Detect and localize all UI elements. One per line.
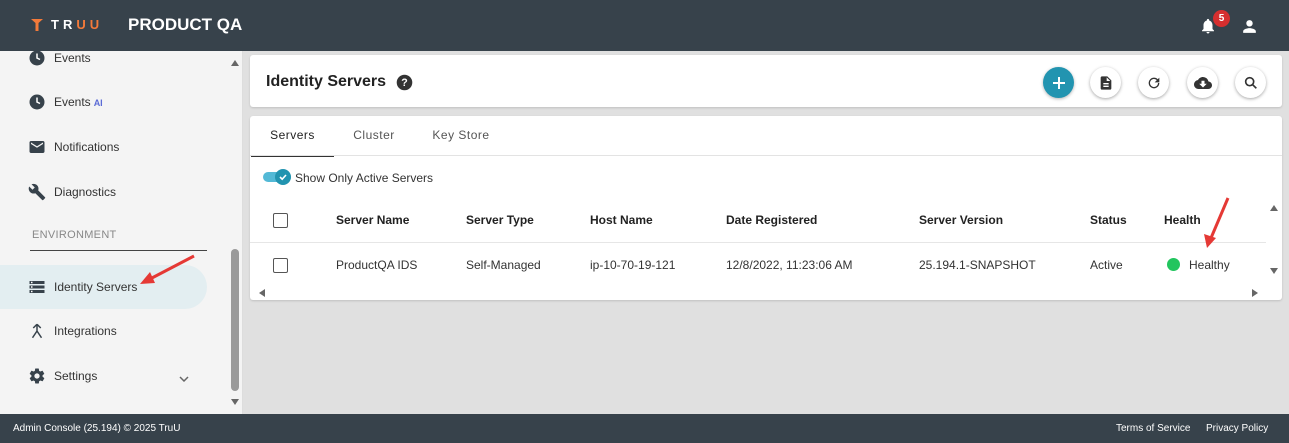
search-icon — [1244, 76, 1257, 89]
health-status-dot — [1167, 258, 1180, 271]
terms-of-service-link[interactable]: Terms of Service — [1116, 423, 1190, 434]
servers-panel: Servers Cluster Key Store Show Only Acti… — [250, 116, 1282, 300]
wrench-icon — [28, 183, 46, 201]
tab-key-store[interactable]: Key Store — [416, 116, 506, 155]
cell-status: Active — [1090, 258, 1123, 272]
tab-servers[interactable]: Servers — [251, 116, 334, 157]
ai-tag: AI — [93, 98, 103, 108]
sidebar-item-label: Events — [54, 51, 91, 65]
sidebar-item-events[interactable]: Events — [0, 51, 207, 80]
sidebar-item-events-ai[interactable]: Events AI — [0, 80, 207, 124]
document-button[interactable] — [1090, 67, 1121, 98]
sidebar: Events Events AI Notifications Diagnostic… — [0, 51, 243, 414]
gear-icon — [29, 368, 45, 384]
server-list-icon — [29, 281, 45, 293]
truu-logo-icon — [31, 18, 43, 31]
cell-server-type: Self-Managed — [466, 258, 541, 272]
sidebar-item-label: Integrations — [54, 324, 117, 338]
column-header-server-version[interactable]: Server Version — [919, 213, 1003, 227]
sidebar-item-label: Diagnostics — [54, 185, 117, 199]
sidebar-item-label: Notifications — [54, 140, 120, 154]
sidebar-item-label: Identity Servers — [54, 280, 138, 294]
toggle-knob — [275, 169, 291, 185]
active-servers-label: Show Only Active Servers — [295, 171, 434, 185]
notification-badge: 5 — [1213, 10, 1230, 27]
section-divider — [30, 250, 207, 251]
truu-logo[interactable]: TRUU — [30, 17, 103, 32]
table-scroll-right-icon[interactable] — [1251, 288, 1259, 298]
column-header-host-name[interactable]: Host Name — [590, 213, 653, 227]
copyright-text: Admin Console (25.194) © 2025 TruU — [13, 423, 181, 434]
download-button[interactable] — [1187, 67, 1218, 98]
logo-text: TRUU — [51, 17, 104, 32]
cell-host-name: ip-10-70-19-121 — [590, 258, 676, 272]
column-header-status[interactable]: Status — [1090, 213, 1127, 227]
cell-health: Healthy — [1189, 258, 1230, 272]
add-server-button[interactable] — [1043, 67, 1074, 98]
check-icon — [279, 174, 287, 181]
cell-server-name: ProductQA IDS — [336, 258, 418, 272]
column-header-server-type[interactable]: Server Type — [466, 213, 534, 227]
column-header-health[interactable]: Health — [1164, 213, 1201, 227]
sidebar-item-integrations[interactable]: Integrations — [0, 309, 207, 353]
help-icon[interactable]: ? — [396, 74, 413, 91]
table-scroll-down-icon[interactable] — [1269, 267, 1279, 275]
app-title: PRODUCT QA — [128, 15, 243, 34]
page-title: Identity Servers — [266, 73, 387, 90]
merge-icon — [31, 323, 43, 339]
table-scroll-up-icon[interactable] — [1269, 204, 1279, 212]
row-divider — [250, 242, 1266, 243]
sidebar-item-settings[interactable]: Settings — [0, 354, 207, 398]
sidebar-item-identity-servers[interactable]: Identity Servers — [0, 265, 207, 309]
refresh-icon — [1148, 77, 1159, 88]
select-all-checkbox[interactable] — [273, 213, 288, 228]
scroll-up-arrow-icon[interactable] — [230, 59, 240, 67]
cloud-download-icon — [1193, 76, 1212, 89]
sidebar-item-label: Settings — [54, 369, 98, 383]
tab-divider — [250, 155, 1282, 156]
clock-icon — [29, 51, 45, 66]
page-header: Identity Servers ? — [250, 55, 1282, 107]
mail-icon — [29, 141, 45, 153]
active-servers-toggle[interactable] — [263, 169, 291, 185]
top-bar: TRUU PRODUCT QA 5 — [0, 0, 1289, 51]
user-icon[interactable] — [1240, 17, 1259, 36]
cell-date-registered: 12/8/2022, 11:23:06 AM — [726, 258, 853, 272]
column-header-server-name[interactable]: Server Name — [336, 213, 409, 227]
section-label-environment: ENVIRONMENT — [32, 229, 117, 241]
sidebar-item-notifications[interactable]: Notifications — [0, 125, 207, 169]
plus-icon — [1052, 76, 1065, 89]
refresh-button[interactable] — [1138, 67, 1169, 98]
row-checkbox[interactable] — [273, 258, 288, 273]
tab-cluster[interactable]: Cluster — [336, 116, 412, 155]
svg-text:?: ? — [401, 77, 407, 89]
sidebar-scrollbar-thumb[interactable] — [231, 249, 239, 391]
privacy-policy-link[interactable]: Privacy Policy — [1206, 423, 1268, 434]
cell-server-version: 25.194.1-SNAPSHOT — [919, 258, 1036, 272]
sidebar-item-label: Events — [54, 95, 91, 109]
footer: Admin Console (25.194) © 2025 TruU Terms… — [0, 414, 1289, 443]
column-header-date-registered[interactable]: Date Registered — [726, 213, 817, 227]
clock-history-icon — [29, 94, 45, 110]
chevron-down-icon[interactable] — [178, 373, 190, 385]
sidebar-item-diagnostics[interactable]: Diagnostics — [0, 170, 207, 214]
scroll-down-arrow-icon[interactable] — [230, 398, 240, 406]
sidebar-item-label-wrap: Events AI — [54, 95, 103, 109]
document-icon — [1100, 75, 1111, 90]
search-button[interactable] — [1235, 67, 1266, 98]
table-scroll-left-icon[interactable] — [258, 288, 266, 298]
